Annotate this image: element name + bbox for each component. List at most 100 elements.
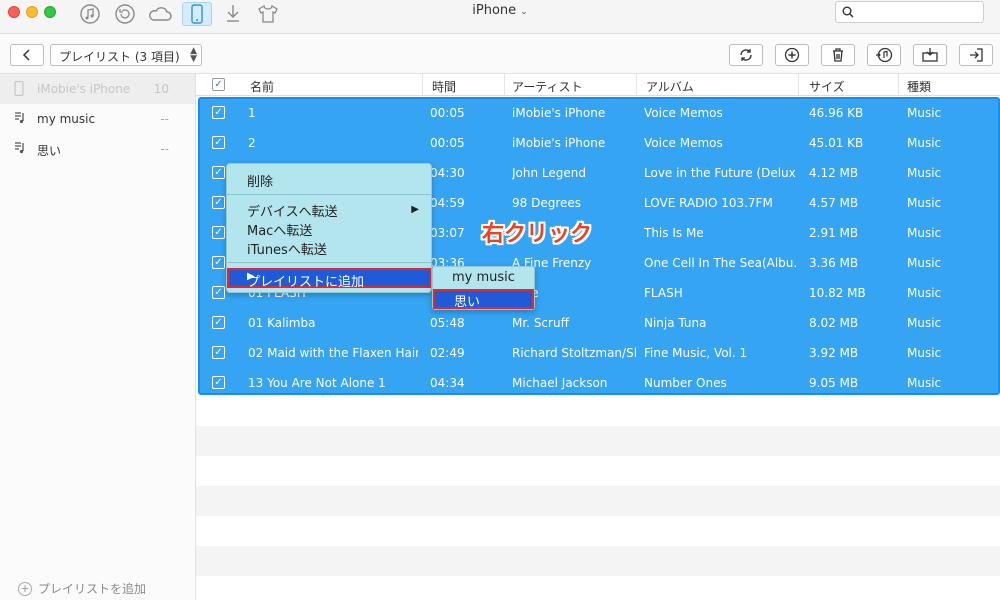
empty-row bbox=[196, 486, 1000, 516]
playlist-select-label: プレイリスト (3 項目) bbox=[59, 50, 180, 64]
context-menu: 削除 デバイスへ転送 ▶ Macへ転送 iTunesへ転送 プレイリストに追加 … bbox=[226, 163, 432, 293]
table-row[interactable]: ✓ 02 Maid with the Flaxen Hair 02:49 Richar… bbox=[196, 338, 1000, 368]
column-header-time[interactable]: 時間 bbox=[432, 78, 456, 95]
menu-item-to-device[interactable]: デバイスへ転送 bbox=[247, 201, 338, 220]
cell-time: 04:30 bbox=[430, 166, 465, 180]
cell-time: 05:48 bbox=[430, 316, 465, 330]
cell-album: Number Ones bbox=[644, 376, 727, 390]
device-title-label: iPhone bbox=[472, 3, 517, 18]
sidebar-item-omoi[interactable]: 思い -- bbox=[0, 134, 195, 164]
add-button[interactable] bbox=[775, 44, 809, 66]
search-icon bbox=[842, 6, 854, 18]
phone-icon bbox=[14, 80, 24, 99]
column-header-album[interactable]: アルバム bbox=[646, 78, 694, 95]
cell-artist: iMobie's iPhone bbox=[512, 106, 606, 120]
table-row[interactable]: ✓ 2 00:05 iMobie's iPhone Voice Memos 45.01 K… bbox=[196, 128, 1000, 158]
cell-size: 45.01 KB bbox=[809, 136, 864, 150]
title-bar: iPhone ⌄ bbox=[0, 0, 1000, 34]
empty-row bbox=[196, 456, 1000, 486]
cell-album: Love in the Future (Deluxe... bbox=[644, 166, 796, 180]
column-header-size[interactable]: サイズ bbox=[809, 78, 845, 95]
toolbar: プレイリスト (3 項目) ▲ ▼ bbox=[0, 34, 1000, 74]
cell-size: 46.96 KB bbox=[809, 106, 864, 120]
cell-size: 8.02 MB bbox=[809, 316, 859, 330]
to-computer-icon bbox=[922, 48, 938, 62]
delete-button[interactable] bbox=[821, 44, 855, 66]
row-checkbox[interactable]: ✓ bbox=[212, 166, 225, 179]
row-checkbox[interactable]: ✓ bbox=[212, 316, 225, 329]
cell-time: 00:05 bbox=[430, 136, 465, 150]
playlist-submenu: my music 思い bbox=[432, 266, 535, 310]
row-checkbox[interactable]: ✓ bbox=[212, 286, 225, 299]
cell-type: Music bbox=[907, 136, 942, 150]
cell-type: Music bbox=[907, 226, 942, 240]
row-checkbox[interactable]: ✓ bbox=[212, 106, 225, 119]
export-icon bbox=[970, 48, 983, 62]
row-checkbox[interactable]: ✓ bbox=[212, 226, 225, 239]
row-checkbox[interactable]: ✓ bbox=[212, 136, 225, 149]
table-row[interactable]: ✓ 01 Kalimba 05:48 Mr. Scruff Ninja Tuna 8.02… bbox=[196, 308, 1000, 338]
empty-row bbox=[196, 396, 1000, 426]
row-checkbox[interactable]: ✓ bbox=[212, 376, 225, 389]
column-header-name[interactable]: 名前 bbox=[250, 78, 274, 95]
sidebar-item-my-music[interactable]: my music -- bbox=[0, 104, 195, 134]
chevron-down-icon: ⌄ bbox=[520, 7, 528, 17]
search-input[interactable] bbox=[835, 1, 984, 23]
menu-separator bbox=[227, 262, 431, 263]
cell-type: Music bbox=[907, 166, 942, 180]
menu-item-to-itunes[interactable]: iTunesへ転送 bbox=[247, 239, 327, 258]
sidebar-item-count: 10 bbox=[153, 82, 169, 96]
export-button[interactable] bbox=[959, 44, 993, 66]
cell-artist: iMobie's iPhone bbox=[512, 136, 606, 150]
menu-item-add-to-playlist[interactable]: プレイリストに追加 ▶ bbox=[227, 268, 431, 290]
cell-size: 3.36 MB bbox=[809, 256, 859, 270]
cell-name: 02 Maid with the Flaxen Hair bbox=[248, 346, 418, 360]
table-row[interactable]: ✓ 1 00:05 iMobie's iPhone Voice Memos 46.96 K… bbox=[196, 98, 1000, 128]
cell-size: 3.92 MB bbox=[809, 346, 859, 360]
cell-time: 04:59 bbox=[430, 196, 465, 210]
back-button[interactable] bbox=[10, 44, 44, 66]
cell-album: FLASH bbox=[644, 286, 683, 300]
cell-artist: Michael Jackson bbox=[512, 376, 608, 390]
cell-album: Voice Memos bbox=[644, 106, 723, 120]
cell-time: 00:05 bbox=[430, 106, 465, 120]
cell-name: 01 Kalimba bbox=[248, 316, 316, 330]
row-checkbox[interactable]: ✓ bbox=[212, 196, 225, 209]
cell-time: 02:49 bbox=[430, 346, 465, 360]
cell-album: Voice Memos bbox=[644, 136, 723, 150]
menu-item-to-mac[interactable]: Macへ転送 bbox=[247, 220, 312, 239]
submenu-item-my-music[interactable]: my music bbox=[452, 270, 515, 285]
song-table: ✓ 名前 時間 アーティスト アルバム サイズ 種類 ✓ 1 00:05 iMobie… bbox=[196, 74, 1000, 600]
sidebar: iMobie's iPhone 10 my music -- 思い -- + プ… bbox=[0, 74, 196, 600]
column-divider bbox=[636, 74, 637, 96]
cell-album: LOVE RADIO 103.7FM bbox=[644, 196, 773, 210]
cell-time: 04:34 bbox=[430, 376, 465, 390]
to-itunes-button[interactable] bbox=[867, 44, 901, 66]
menu-item-delete[interactable]: 削除 bbox=[247, 171, 273, 190]
add-playlist-button[interactable]: + プレイリストを追加 bbox=[18, 580, 146, 597]
select-all-checkbox[interactable]: ✓ bbox=[212, 78, 225, 91]
cell-size: 2.91 MB bbox=[809, 226, 859, 240]
sidebar-item-label: iMobie's iPhone bbox=[37, 82, 131, 96]
submenu-item-omoi[interactable]: 思い bbox=[433, 289, 534, 310]
cell-artist: John Legend bbox=[512, 166, 586, 180]
cell-album: Fine Music, Vol. 1 bbox=[644, 346, 748, 360]
column-header-type[interactable]: 種類 bbox=[907, 78, 931, 95]
cell-album: Ninja Tuna bbox=[644, 316, 707, 330]
to-computer-button[interactable] bbox=[913, 44, 947, 66]
row-checkbox[interactable]: ✓ bbox=[212, 346, 225, 359]
cell-artist: Richard Stoltzman/Sl... bbox=[512, 346, 636, 360]
playlist-icon bbox=[14, 111, 26, 128]
column-divider bbox=[504, 74, 505, 96]
cell-size: 4.12 MB bbox=[809, 166, 859, 180]
cell-name: 13 You Are Not Alone 1 bbox=[248, 376, 386, 390]
add-playlist-label: プレイリストを追加 bbox=[38, 582, 147, 596]
sidebar-item-device[interactable]: iMobie's iPhone 10 bbox=[0, 74, 195, 104]
playlist-select[interactable]: プレイリスト (3 項目) ▲ ▼ bbox=[50, 44, 202, 66]
table-header: ✓ 名前 時間 アーティスト アルバム サイズ 種類 bbox=[196, 74, 1000, 96]
to-itunes-icon bbox=[876, 47, 893, 63]
column-header-artist[interactable]: アーティスト bbox=[512, 78, 583, 95]
row-checkbox[interactable]: ✓ bbox=[212, 256, 225, 269]
refresh-button[interactable] bbox=[729, 44, 763, 66]
table-row[interactable]: ✓ 13 You Are Not Alone 1 04:34 Michael Jack… bbox=[196, 368, 1000, 398]
